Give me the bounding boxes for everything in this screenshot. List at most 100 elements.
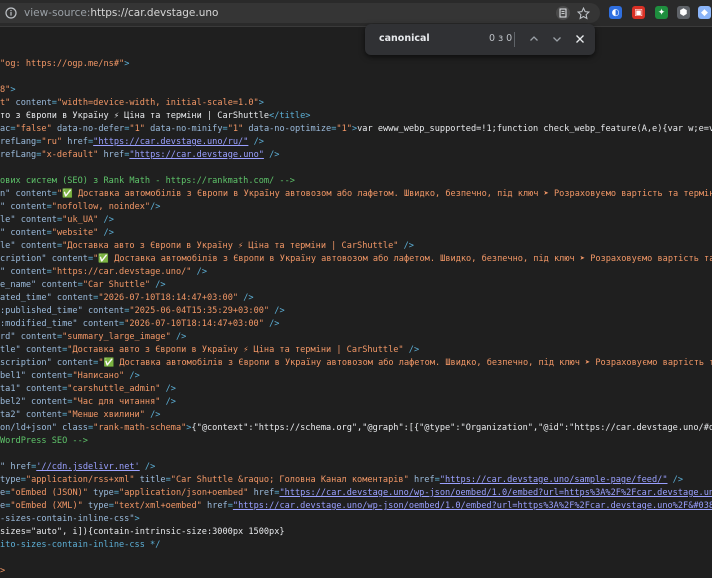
source-token: content [20,410,63,420]
source-token: ito-sizes-contain-inline-css */ [0,540,161,550]
source-token: cription" [0,254,47,264]
source-link[interactable]: "https://car.devstage.uno/sample-page/fe… [440,475,668,485]
find-input[interactable]: canonical [379,33,430,44]
star-icon[interactable] [575,6,591,20]
source-line: sizes="auto", i]){contain-intrinsic-size… [0,526,712,539]
source-token: ових систем (SEO) з Rank Math - https://… [0,176,295,186]
source-token: /> [398,241,414,251]
source-token: /> [248,137,264,147]
extension-icon[interactable]: ✦ [655,6,668,19]
source-token: tle" [0,345,21,355]
find-divider [514,32,515,47]
source-token: "2025-06-04T15:35:29+03:00" [129,306,270,316]
source-token: title [134,475,166,485]
source-token: le" [0,241,16,251]
source-token: href [201,501,228,511]
source-token: e_name" [0,280,37,290]
source-token: /> [98,228,114,238]
source-line [0,162,712,175]
source-token: :published_time" [0,306,83,316]
source-token: "Доставка авто з Європи в Україну ⚡ Ціна… [62,241,399,251]
extension-icon[interactable]: ▣ [632,6,645,19]
source-token: "Доставка авто з Європи в Україну ⚡ Ціна… [67,345,404,355]
source-token: on/ld+json" [0,423,57,433]
source-line: "og: https://ogp.me/ns#"> [0,58,712,71]
source-token: refLang [0,137,37,147]
source-token: /> [191,267,208,277]
source-link[interactable]: "https://car.devstage.uno/ru/" [93,137,248,147]
address-bar[interactable]: view-source:https://car.devstage.uno [0,3,600,23]
source-token: type [87,488,114,498]
source-line: n" content="✅ Доставка автомобілів з Євр… [0,188,712,201]
source-token: "false" [15,124,52,134]
source-token: "oEmbed (XML)" [10,501,83,511]
source-line: ated_time" content="2026-07-10T18:14:47+… [0,292,712,305]
source-token: WordPress SEO --> [0,436,88,446]
browser-toolbar: view-source:https://car.devstage.uno ◐ ▣… [0,0,712,27]
source-token: content [25,371,68,381]
chevron-down-icon[interactable] [548,30,566,48]
source-token: > [124,59,130,69]
source-line: bel2" content="Час для читання" /> [0,396,712,409]
source-line: on/ld+json" class="rank-math-schema">{"@… [0,422,712,435]
extension-icon[interactable]: ⬢ [677,6,690,19]
source-token: {"@context":"https://schema.org","@graph… [191,423,712,433]
page-icon[interactable] [555,6,571,20]
source-token: /> [150,202,161,212]
close-icon[interactable] [571,30,589,48]
source-token: data-no-optimize [243,124,332,134]
source-line: ових систем (SEO) з Rank Math - https://… [0,175,712,188]
source-token: ta2" [0,410,21,420]
source-line: 8"> [0,84,712,97]
source-token: ac [0,124,11,134]
source-token: > [258,98,264,108]
source-line: ta2" content="Менше хвилини" /> [0,409,712,422]
source-token: content [77,319,120,329]
source-line: " content="nofollow, noindex"/> [0,201,712,214]
source-token: href [408,475,435,485]
source-link[interactable]: "https://car.devstage.uno/wp-json/oembed… [233,501,712,511]
source-token: "Час для читання" [72,397,161,407]
source-token: n" [0,189,11,199]
source-token: /> [139,462,156,472]
source-token: href [5,462,32,472]
source-line [0,552,712,565]
source-token: "✅ Доставка автомобілів з Європи в Украї… [56,189,712,199]
source-token: /> [667,475,684,485]
source-line: WordPress SEO --> [0,435,712,448]
source-token: "application/json+oembed" [119,488,249,498]
source-token: bel1" [0,371,26,381]
chevron-up-icon[interactable] [525,30,543,48]
source-token: /> [238,293,254,303]
source-token: > [10,85,16,95]
source-token: content [5,228,47,238]
source-token: content [20,345,63,355]
source-link[interactable]: "https://car.devstage.uno" [129,150,264,160]
source-token: content [15,241,57,251]
source-token: content [15,215,57,225]
source-token: le" [0,215,16,225]
source-link[interactable]: "https://car.devstage.uno/wp-json/oembed… [279,488,712,498]
extension-icon[interactable]: ◐ [609,6,622,19]
source-token: "x-default" [41,150,99,160]
source-token: sizes="auto", i]){contain-intrinsic-size… [0,527,285,537]
source-token: :modified_time" [0,319,78,329]
source-token: data-no-minify [144,124,223,134]
source-token: content [51,293,94,303]
source-line: ta1" content="carshuttle_admin" /> [0,383,712,396]
find-in-page-bar: canonical 0 з 0 [365,24,595,55]
source-token: "ru" [41,137,63,147]
source-line: " content="https://car.devstage.uno/" /> [0,266,712,279]
source-token: "rank-math-schema" [93,423,187,433]
source-line: ac="false" data-no-defer="1" data-no-min… [0,123,712,136]
source-line: scription" content="✅ Доставка автомобіл… [0,357,712,370]
source-token: /> [160,397,176,407]
source-token: content [10,189,52,199]
source-token: "1" [336,124,352,134]
source-token: "✅ Доставка автомобілів з Європи в Украї… [93,254,712,264]
extension-icon[interactable]: ◆ [698,6,711,19]
url-text[interactable]: view-source:https://car.devstage.uno [24,7,218,19]
source-line: то з Європи в Україну ⚡ Ціна та терміни … [0,110,712,123]
source-link[interactable]: '//cdn.jsdelivr.net' [36,462,139,472]
site-info-icon[interactable] [4,6,18,20]
